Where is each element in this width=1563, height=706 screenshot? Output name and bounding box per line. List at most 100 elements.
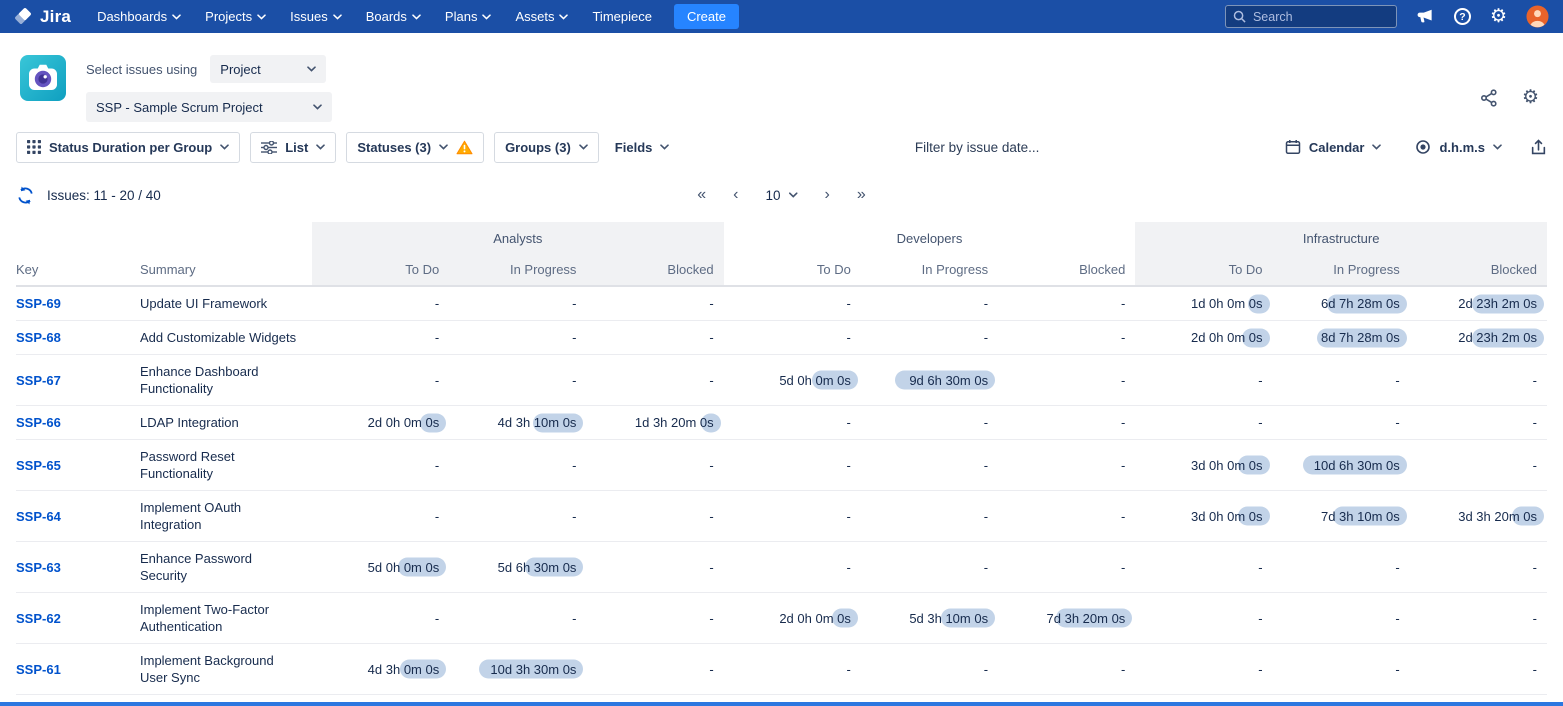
issue-summary: LDAP Integration <box>140 406 312 440</box>
duration-cell: - <box>1273 542 1410 593</box>
duration-cell: 5d 6h 30m 0s <box>449 542 586 593</box>
nav-item-plans[interactable]: Plans <box>445 9 492 24</box>
issue-key-link[interactable]: SSP-69 <box>16 296 61 311</box>
project-select[interactable]: SSP - Sample Scrum Project <box>86 92 332 122</box>
issue-summary: Implement OAuth Integration <box>140 491 312 542</box>
refresh-icon[interactable] <box>16 186 35 205</box>
duration-cell: - <box>449 440 586 491</box>
duration-cell: - <box>724 542 861 593</box>
issue-date-filter-input[interactable] <box>685 140 1268 155</box>
issue-key-link[interactable]: SSP-65 <box>16 458 61 473</box>
statuses-filter-button[interactable]: Statuses (3) <box>346 132 484 163</box>
duration-cell: - <box>724 440 861 491</box>
duration-cell: - <box>449 491 586 542</box>
nav-item-assets[interactable]: Assets <box>515 9 568 24</box>
status-column-header: To Do <box>1135 254 1272 286</box>
export-icon[interactable] <box>1530 139 1547 156</box>
duration-cell: 3d 0h 0m 0s <box>1135 491 1272 542</box>
share-icon[interactable] <box>1480 89 1498 107</box>
gear-icon[interactable]: ⚙ <box>1490 7 1507 26</box>
issue-key-link[interactable]: SSP-62 <box>16 611 61 626</box>
chevron-down-icon <box>316 144 325 150</box>
status-column-header: In Progress <box>449 254 586 286</box>
issue-summary: Update UI Framework <box>140 286 312 321</box>
duration-cell: - <box>998 286 1135 321</box>
issue-key-link[interactable]: SSP-64 <box>16 509 61 524</box>
duration-cell: - <box>586 593 723 644</box>
issue-table-body: SSP-69Update UI Framework------1d 0h 0m … <box>16 286 1547 706</box>
duration-cell: 5d 0h 0m 0s <box>724 355 861 406</box>
jira-logo-icon <box>14 7 34 27</box>
duration-cell: - <box>1273 644 1410 695</box>
next-page-button[interactable]: › <box>825 187 830 203</box>
create-button[interactable]: Create <box>674 4 739 29</box>
duration-cell: - <box>724 644 861 695</box>
status-column-header: Blocked <box>998 254 1135 286</box>
duration-format-select[interactable]: d.h.m.s <box>1409 132 1508 163</box>
duration-cell: - <box>586 286 723 321</box>
duration-cell: 2d 23h 2m 0s <box>1410 286 1547 321</box>
issue-key-link[interactable]: SSP-63 <box>16 560 61 575</box>
settings-gear-icon[interactable]: ⚙ <box>1522 88 1539 107</box>
first-page-button[interactable]: « <box>697 187 706 203</box>
duration-cell: - <box>998 440 1135 491</box>
chevron-down-icon <box>412 14 421 20</box>
duration-cell: - <box>312 355 449 406</box>
nav-item-projects[interactable]: Projects <box>205 9 266 24</box>
search-input[interactable] <box>1225 5 1397 28</box>
grid-icon <box>27 140 41 154</box>
report-type-select[interactable]: Status Duration per Group <box>16 132 240 163</box>
chevron-down-icon <box>660 144 669 150</box>
issue-key-link[interactable]: SSP-67 <box>16 373 61 388</box>
table-row: SSP-69Update UI Framework------1d 0h 0m … <box>16 286 1547 321</box>
calendar-select[interactable]: Calendar <box>1279 132 1388 163</box>
select-issues-label: Select issues using <box>86 62 197 77</box>
duration-cell: - <box>998 406 1135 440</box>
table-row: SSP-64Implement OAuth Integration------3… <box>16 491 1547 542</box>
nav-item-boards[interactable]: Boards <box>366 9 421 24</box>
chevron-down-icon <box>559 14 568 20</box>
table-row: SSP-61Implement Background User Sync4d 3… <box>16 644 1547 695</box>
chevron-down-icon <box>313 104 322 110</box>
table-row: SSP-65Password Reset Functionality------… <box>16 440 1547 491</box>
issue-key-link[interactable]: SSP-66 <box>16 415 61 430</box>
duration-cell: - <box>861 440 998 491</box>
duration-cell: 1d 0h 0m 0s <box>1135 286 1272 321</box>
table-row: SSP-67Enhance Dashboard Functionality---… <box>16 355 1547 406</box>
duration-cell: - <box>1410 440 1547 491</box>
nav-right-cluster: ? ⚙ <box>1225 5 1549 28</box>
jira-logo[interactable]: Jira <box>14 7 71 27</box>
groups-filter-button[interactable]: Groups (3) <box>494 132 599 163</box>
issue-source-controls: Select issues using Project SSP - Sample… <box>86 55 332 122</box>
avatar[interactable] <box>1526 5 1549 28</box>
page-size-select[interactable]: 10 <box>765 188 797 203</box>
issue-key-link[interactable]: SSP-68 <box>16 330 61 345</box>
view-mode-select[interactable]: List <box>250 132 336 163</box>
announcement-icon[interactable] <box>1416 8 1435 25</box>
duration-cell: - <box>861 406 998 440</box>
nav-item-dashboards[interactable]: Dashboards <box>97 9 181 24</box>
prev-page-button[interactable]: ‹ <box>733 187 738 203</box>
nav-item-timepiece[interactable]: Timepiece <box>592 9 651 24</box>
issue-source-select[interactable]: Project <box>210 55 326 83</box>
header-actions: ⚙ <box>1480 88 1539 107</box>
duration-cell: - <box>449 593 586 644</box>
duration-cell: - <box>1273 593 1410 644</box>
help-icon[interactable]: ? <box>1454 8 1471 25</box>
format-target-icon <box>1415 139 1431 155</box>
summary-column-header: Summary <box>140 254 312 286</box>
chevron-down-icon <box>789 192 798 198</box>
duration-cell: 1d 3h 20m 0s <box>586 406 723 440</box>
fields-button[interactable]: Fields <box>609 132 676 163</box>
duration-cell: - <box>998 491 1135 542</box>
duration-cell: - <box>1410 644 1547 695</box>
duration-cell: 5d 3h 10m 0s <box>861 593 998 644</box>
report-toolbar: Status Duration per Group List Statuses … <box>0 126 1563 168</box>
last-page-button[interactable]: » <box>857 187 866 203</box>
nav-item-issues[interactable]: Issues <box>290 9 342 24</box>
chevron-down-icon <box>257 14 266 20</box>
group-header-developers: Developers <box>724 222 1136 254</box>
issue-key-link[interactable]: SSP-61 <box>16 662 61 677</box>
chevron-down-icon <box>439 144 448 150</box>
duration-cell: 8d 7h 28m 0s <box>1273 321 1410 355</box>
